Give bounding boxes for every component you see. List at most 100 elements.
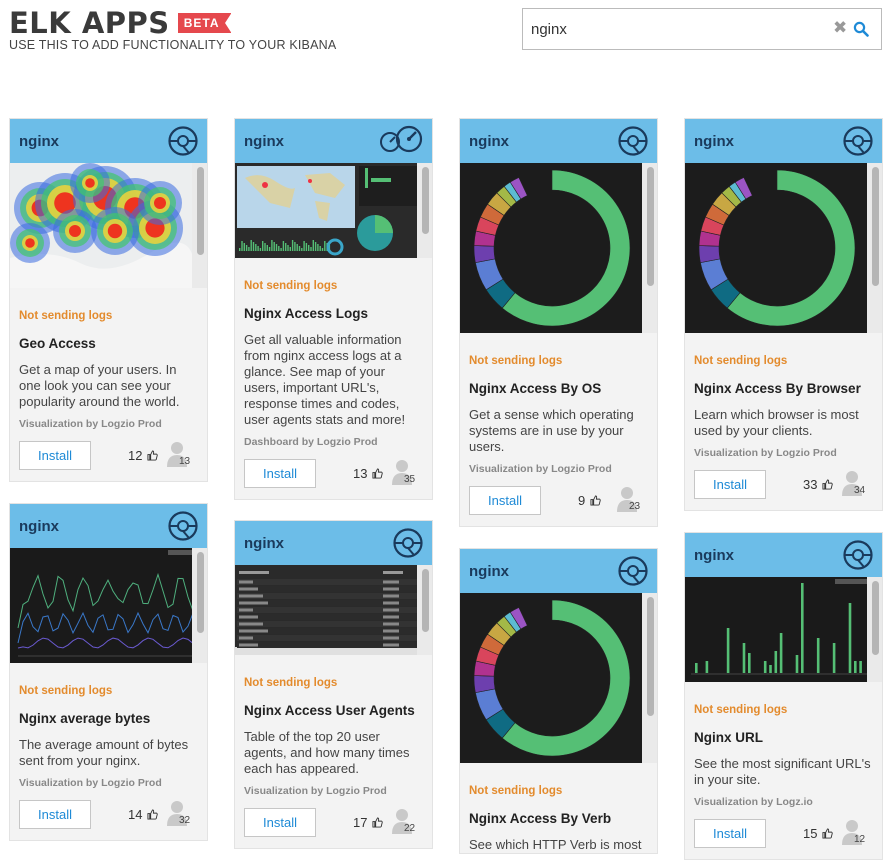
likes-count[interactable]: 14 [128,807,158,822]
likes-count[interactable]: 33 [803,477,833,492]
card-thumbnail[interactable] [460,593,657,763]
app-author: Visualization by Logzio Prod [244,785,387,797]
users-value: 35 [404,474,416,485]
scrollbar-thumb[interactable] [872,167,879,286]
thumbs-up-icon[interactable] [147,449,158,461]
scrollbar-thumb[interactable] [197,552,204,633]
card-thumbnail[interactable] [10,163,207,288]
visualization-icon [617,125,649,162]
page-header: ELK APPS BETA USE THIS TO ADD FUNCTIONAL… [0,0,890,90]
scrollbar-thumb[interactable] [872,581,879,655]
visualization-icon [167,125,199,162]
card-thumbnail[interactable] [460,163,657,333]
likes-count[interactable]: 9 [578,493,601,508]
status-label: Not sending logs [244,280,338,292]
card-tag: nginx [244,535,284,552]
brand: ELK APPS BETA [9,6,232,40]
app-description: The average amount of bytes sent from yo… [19,737,189,768]
card-thumbnail[interactable] [235,565,432,655]
scrollbar[interactable] [642,163,657,333]
scrollbar[interactable] [867,577,882,682]
app-card[interactable]: nginx Not sending logs Geo Access Get a … [9,118,208,482]
card-thumbnail[interactable] [10,548,207,663]
likes-value: 12 [128,448,143,463]
thumbs-up-icon[interactable] [822,827,833,839]
install-button[interactable]: Install [469,486,541,515]
app-title: Nginx Access By OS [469,381,602,396]
page-subtitle: USE THIS TO ADD FUNCTIONALITY TO YOUR KI… [9,38,337,52]
scrollbar[interactable] [867,163,882,333]
likes-count[interactable]: 13 [353,466,383,481]
scrollbar[interactable] [417,565,432,655]
search-icon[interactable] [853,21,869,37]
card-body: Not sending logs Nginx Access Logs Get a… [235,280,432,499]
thumbs-up-icon[interactable] [822,478,833,490]
scrollbar-thumb[interactable] [197,167,204,255]
app-title: Nginx URL [694,730,763,745]
thumbnail-image [685,577,869,682]
thumbnail-image [235,163,419,258]
scrollbar-thumb[interactable] [422,569,429,632]
thumbs-up-icon[interactable] [147,808,158,820]
install-button[interactable]: Install [19,441,91,470]
users-value: 13 [179,456,191,467]
card-header: nginx [10,504,207,548]
install-button[interactable]: Install [244,459,316,488]
likes-count[interactable]: 15 [803,826,833,841]
thumbs-up-icon[interactable] [372,467,383,479]
app-card[interactable]: nginx Not sending logs Nginx URL See the… [684,532,883,860]
thumbs-up-icon[interactable] [590,494,601,506]
scrollbar[interactable] [417,163,432,258]
scrollbar[interactable] [192,163,207,288]
card-thumbnail[interactable] [235,163,432,258]
card-thumbnail[interactable] [685,163,882,333]
app-title: Nginx Access Logs [244,306,369,321]
install-button[interactable]: Install [694,819,766,848]
thumbs-up-icon[interactable] [372,816,383,828]
visualization-icon [842,539,874,576]
app-card[interactable]: nginx Not sending logs Nginx Access By V… [459,548,658,854]
app-card[interactable]: nginx Not sending logs Nginx Access By O… [459,118,658,527]
card-body: Not sending logs Nginx Access By Browser… [685,355,882,510]
app-card[interactable]: nginx Not sending logs Nginx Access By B… [684,118,883,511]
card-tag: nginx [694,547,734,564]
thumbnail-image [10,548,194,663]
card-header: nginx [685,533,882,577]
beta-badge: BETA [177,13,232,33]
card-tag: nginx [19,518,59,535]
status-label: Not sending logs [244,677,338,689]
scrollbar[interactable] [192,548,207,663]
scrollbar[interactable] [642,593,657,763]
card-header: nginx [235,119,432,163]
card-footer: Install 12 13 [19,441,198,481]
users-count: 35 [392,459,422,491]
search-input[interactable] [531,9,821,49]
install-button[interactable]: Install [694,470,766,499]
app-card[interactable]: nginx Not sending logs Nginx Access User… [234,520,433,849]
app-card[interactable]: nginx Not sending logs Nginx average byt… [9,503,208,841]
app-card[interactable]: nginx Not sending logs Nginx Access Logs… [234,118,433,500]
scrollbar-thumb[interactable] [422,167,429,234]
app-description: Get a map of your users. In one look you… [19,362,180,409]
install-button[interactable]: Install [19,800,91,829]
page-title: ELK APPS [9,6,170,40]
close-icon[interactable]: ✖ [833,19,847,36]
likes-value: 9 [578,493,586,508]
scrollbar-thumb[interactable] [647,167,654,286]
app-title: Nginx Access By Browser [694,381,861,396]
likes-value: 14 [128,807,143,822]
card-thumbnail[interactable] [685,577,882,682]
card-tag: nginx [469,133,509,150]
install-button[interactable]: Install [244,808,316,837]
thumbnail-image [10,163,194,288]
card-footer: Install 13 35 [244,459,423,499]
card-body: Not sending logs Geo Access Get a map of… [10,310,207,481]
likes-value: 17 [353,815,368,830]
likes-count[interactable]: 12 [128,448,158,463]
app-author: Visualization by Logzio Prod [19,418,162,430]
scrollbar-thumb[interactable] [647,597,654,716]
likes-count[interactable]: 17 [353,815,383,830]
app-description: Get a sense which operating systems are … [469,407,634,454]
users-count: 12 [842,819,872,851]
card-footer: Install 15 12 [694,819,873,859]
